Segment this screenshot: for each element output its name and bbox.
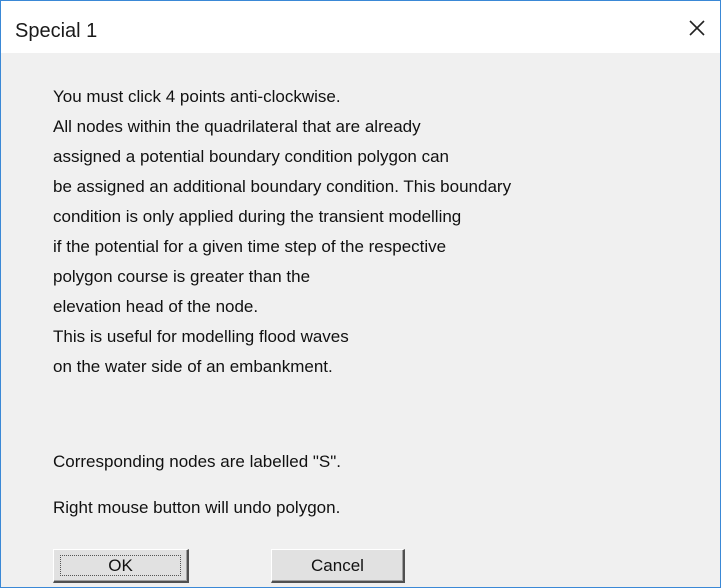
message-line: All nodes within the quadrilateral that … [53,117,421,136]
dialog-window: Special 1 You must click 4 points anti-c… [0,0,721,588]
message-line: be assigned an additional boundary condi… [53,177,512,196]
cancel-button[interactable]: Cancel [271,549,405,583]
message-text: You must click 4 points anti-clockwise. … [53,82,511,382]
message-line: This is useful for modelling flood waves [53,327,349,346]
message-line: condition is only applied during the tra… [53,207,462,226]
message-line: if the potential for a given time step o… [53,237,447,256]
message-line: You must click 4 points anti-clockwise. [53,87,341,106]
dialog-title: Special 1 [15,20,98,42]
title-bar[interactable]: Special 1 [1,1,720,53]
message-line: elevation head of the node. [53,297,259,316]
cancel-button-label: Cancel [311,555,364,575]
close-button[interactable] [674,5,720,51]
focus-rectangle [60,555,181,576]
ok-button[interactable]: OK [53,549,189,583]
undo-note: Right mouse button will undo polygon. [53,498,341,517]
message-line: assigned a potential boundary condition … [53,147,450,166]
message-line: on the water side of an embankment. [53,357,333,376]
message-line: polygon course is greater than the [53,267,311,286]
nodes-note: Corresponding nodes are labelled "S". [53,452,342,471]
close-icon [689,20,705,36]
dialog-content: You must click 4 points anti-clockwise. … [1,53,720,587]
